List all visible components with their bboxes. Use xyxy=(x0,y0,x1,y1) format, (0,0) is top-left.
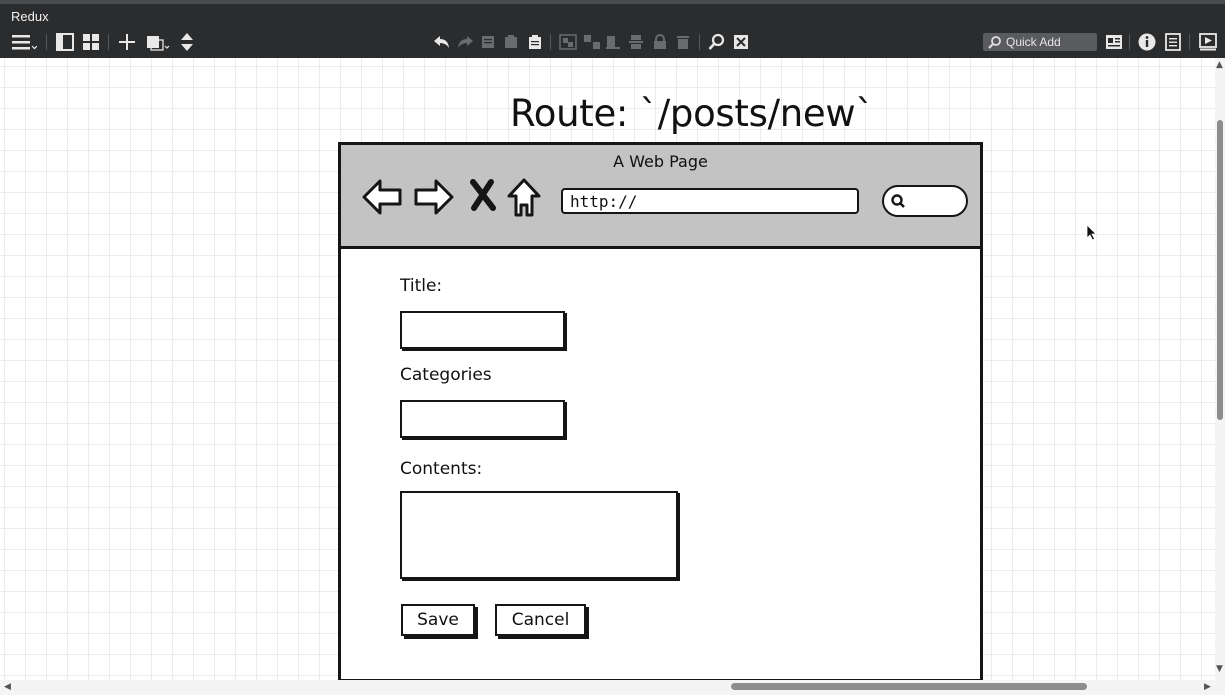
toolbar-separator xyxy=(1189,34,1190,50)
horizontal-scrollbar[interactable]: ◀ ▶ xyxy=(0,680,1225,695)
find-icon[interactable] xyxy=(707,31,727,53)
grid-view-icon[interactable] xyxy=(81,31,101,53)
ungroup-icon[interactable] xyxy=(582,31,602,53)
present-icon[interactable] xyxy=(1198,31,1218,53)
url-field[interactable]: http:// xyxy=(561,188,859,214)
group-icon[interactable] xyxy=(558,31,578,53)
categories-input[interactable] xyxy=(400,400,565,438)
align-icon[interactable] xyxy=(604,31,622,53)
move-updown-icon[interactable] xyxy=(178,31,196,53)
toolbar-separator xyxy=(699,34,700,50)
clear-icon[interactable] xyxy=(731,31,751,53)
copy-icon[interactable] xyxy=(479,31,497,53)
lock-icon[interactable] xyxy=(651,31,669,53)
window-top-stripe xyxy=(0,0,1225,4)
horizontal-scroll-thumb[interactable] xyxy=(731,683,1087,690)
contents-textarea[interactable] xyxy=(400,491,678,579)
toolbar-separator xyxy=(550,34,551,50)
browser-mockup[interactable]: A Web Page http:// Title: Categories Con… xyxy=(338,142,983,680)
menu-icon[interactable] xyxy=(10,31,38,53)
redo-icon[interactable] xyxy=(455,31,475,53)
url-text: http:// xyxy=(570,192,638,211)
clipboard-icon[interactable] xyxy=(526,31,544,53)
save-button[interactable]: Save xyxy=(401,604,475,636)
route-title[interactable]: Route: `/posts/new` xyxy=(510,92,874,135)
vertical-scrollbar[interactable]: ▲ ▼ xyxy=(1215,58,1225,680)
app-title: Redux xyxy=(11,9,49,24)
mouse-cursor-icon xyxy=(1086,224,1098,245)
add-icon[interactable] xyxy=(117,31,137,53)
undo-icon[interactable] xyxy=(432,31,452,53)
delete-icon[interactable] xyxy=(674,31,692,53)
distribute-icon[interactable] xyxy=(627,31,645,53)
home-icon[interactable] xyxy=(506,177,542,223)
toolbar-separator xyxy=(108,34,109,50)
forward-arrow-icon[interactable] xyxy=(413,177,455,221)
browser-search-field[interactable] xyxy=(882,185,968,217)
browser-toolbar: A Web Page http:// xyxy=(341,145,980,249)
layer-icon[interactable] xyxy=(145,31,171,53)
search-icon xyxy=(988,35,1002,49)
quick-add-field[interactable]: Quick Add xyxy=(983,33,1097,51)
categories-label: Categories xyxy=(400,365,492,385)
cancel-button[interactable]: Cancel xyxy=(495,604,586,636)
document-icon[interactable] xyxy=(1164,31,1182,53)
stop-icon[interactable] xyxy=(469,179,497,215)
contents-label: Contents: xyxy=(400,459,483,479)
design-canvas[interactable]: Route: `/posts/new` A Web Page http:// T… xyxy=(0,58,1215,680)
back-arrow-icon[interactable] xyxy=(361,177,403,221)
quick-add-label: Quick Add xyxy=(1006,35,1061,49)
browser-title: A Web Page xyxy=(613,152,708,171)
contact-card-icon[interactable] xyxy=(1104,31,1124,53)
vertical-scroll-thumb[interactable] xyxy=(1217,120,1223,420)
paste-icon[interactable] xyxy=(502,31,520,53)
info-icon[interactable] xyxy=(1137,31,1157,53)
toolbar-separator xyxy=(1129,34,1130,50)
scroll-right-icon[interactable]: ▶ xyxy=(1204,682,1211,692)
search-icon xyxy=(890,193,906,213)
title-label: Title: xyxy=(400,276,443,296)
scroll-up-icon[interactable]: ▲ xyxy=(1216,60,1223,70)
scroll-left-icon[interactable]: ◀ xyxy=(4,682,11,692)
toolbar-separator xyxy=(46,34,47,50)
scroll-down-icon[interactable]: ▼ xyxy=(1216,664,1223,674)
app-toolbar: Redux Quick Add xyxy=(0,0,1225,58)
title-input[interactable] xyxy=(400,311,565,349)
single-pane-icon[interactable] xyxy=(55,31,75,53)
